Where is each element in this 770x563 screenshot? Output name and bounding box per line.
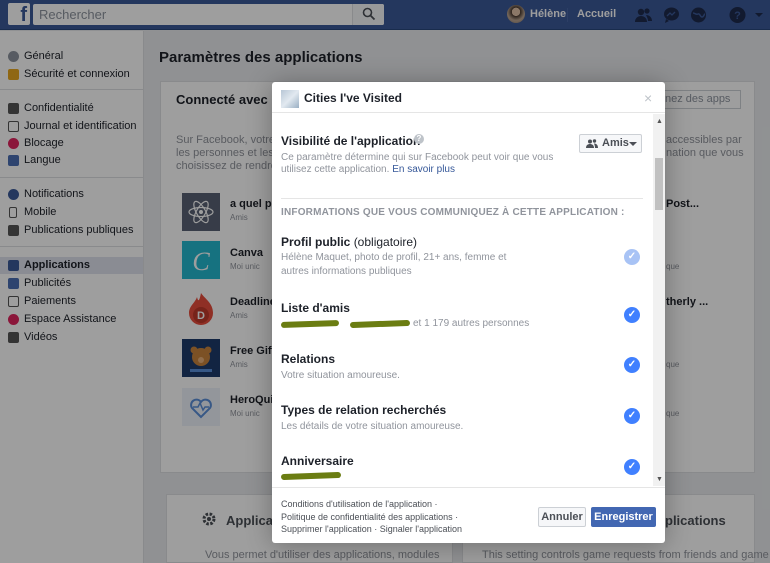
chevron-down-icon bbox=[629, 142, 637, 146]
redaction-mark bbox=[280, 319, 340, 329]
dialog-header: Cities I've Visited × bbox=[272, 82, 665, 113]
info-icon[interactable]: ? bbox=[414, 134, 424, 144]
learn-more-link[interactable]: En savoir plus bbox=[392, 164, 455, 175]
footer-links: Conditions d'utilisation de l'applicatio… bbox=[281, 499, 463, 534]
scrollbar-thumb[interactable] bbox=[655, 158, 663, 210]
permission-description: et 1 179 autres personnes bbox=[413, 318, 530, 329]
permission-title: Relations bbox=[281, 352, 336, 366]
audience-label: Amis bbox=[602, 137, 629, 149]
section-divider bbox=[281, 198, 643, 199]
audience-selector[interactable]: Amis bbox=[579, 134, 642, 153]
permission-title: Liste d'amis bbox=[281, 301, 350, 315]
check-icon[interactable]: ✓ bbox=[624, 357, 640, 373]
close-icon[interactable]: × bbox=[644, 90, 652, 106]
check-icon[interactable]: ✓ bbox=[624, 307, 640, 323]
save-button[interactable]: Enregistrer bbox=[591, 507, 656, 527]
friends-icon bbox=[586, 139, 598, 148]
permission-description: Votre situation amoureuse. bbox=[281, 370, 400, 381]
terms-link[interactable]: Conditions d'utilisation de l'applicatio… bbox=[281, 499, 432, 509]
dialog-title: Cities I've Visited bbox=[304, 91, 403, 105]
visibility-description: Ce paramètre détermine qui sur Facebook … bbox=[281, 152, 554, 175]
cancel-button[interactable]: Annuler bbox=[538, 507, 586, 527]
app-icon bbox=[281, 90, 299, 108]
permission-title: Profil public (obligatoire) bbox=[281, 235, 418, 249]
remove-app-link[interactable]: Supprimer l'application bbox=[281, 524, 372, 534]
report-app-link[interactable]: Signaler l'application bbox=[380, 524, 462, 534]
check-icon[interactable]: ✓ bbox=[624, 408, 640, 424]
check-icon: ✓ bbox=[624, 249, 640, 265]
app-settings-dialog: Cities I've Visited × Visibilité de l'ap… bbox=[272, 82, 665, 543]
visibility-title: Visibilité de l'application bbox=[281, 134, 421, 148]
dialog-scrollbar[interactable]: ▲ ▼ bbox=[653, 114, 665, 486]
privacy-policy-link[interactable]: Politique de confidentialité des applica… bbox=[281, 512, 453, 522]
redaction-mark bbox=[349, 319, 411, 329]
scroll-up-arrow-icon[interactable]: ▲ bbox=[656, 118, 663, 125]
dialog-footer: Conditions d'utilisation de l'applicatio… bbox=[272, 487, 665, 543]
check-icon[interactable]: ✓ bbox=[624, 459, 640, 475]
scroll-down-arrow-icon[interactable]: ▼ bbox=[656, 476, 663, 483]
permission-description: Les détails de votre situation amoureuse… bbox=[281, 421, 464, 432]
permission-title: Anniversaire bbox=[281, 454, 354, 468]
dialog-body: Visibilité de l'application ? Ce paramèt… bbox=[272, 114, 653, 486]
permission-title: Types de relation recherchés bbox=[281, 403, 447, 417]
shared-info-heading: INFORMATIONS QUE VOUS COMMUNIQUEZ À CETT… bbox=[281, 207, 625, 218]
permission-description: Hélène Maquet, photo de profil, 21+ ans,… bbox=[281, 252, 507, 277]
redaction-mark bbox=[280, 471, 342, 481]
